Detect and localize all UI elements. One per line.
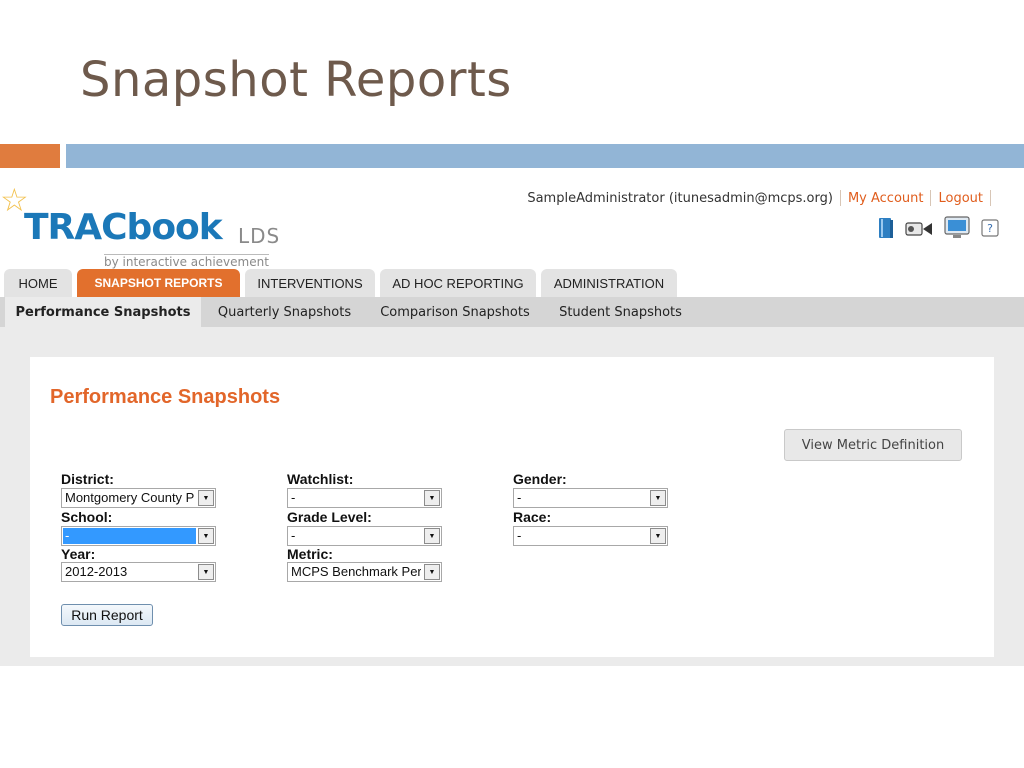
report-panel: Performance Snapshots View Metric Defini… [30, 357, 994, 657]
book-icon[interactable] [876, 216, 896, 240]
logout-link[interactable]: Logout [938, 191, 983, 206]
subtab-quarterly-snapshots[interactable]: Quarterly Snapshots [207, 297, 362, 327]
gender-value: - [517, 491, 522, 505]
divider [990, 190, 991, 206]
my-account-link[interactable]: My Account [848, 191, 924, 206]
toolbar-icons: ? [876, 216, 1006, 242]
year-label: Year: [61, 546, 96, 562]
district-value: Montgomery County Public [65, 491, 195, 505]
divider [839, 190, 841, 206]
panel-title: Performance Snapshots [50, 386, 281, 408]
grade-level-label: Grade Level: [287, 509, 372, 525]
gender-label: Gender: [513, 471, 567, 487]
chevron-down-icon: ▼ [650, 528, 666, 544]
subtab-performance-snapshots[interactable]: Performance Snapshots [5, 297, 201, 327]
subtab-student-snapshots[interactable]: Student Snapshots [548, 297, 693, 327]
user-bar: SampleAdministrator (itunesadmin@mcps.or… [527, 190, 998, 206]
year-select[interactable]: 2012-2013 ▼ [61, 562, 216, 582]
tab-ad-hoc-reporting[interactable]: AD HOC REPORTING [380, 269, 536, 297]
grade-level-select[interactable]: - ▼ [287, 526, 442, 546]
view-metric-definition-button[interactable]: View Metric Definition [784, 429, 962, 461]
app-screenshot: ☆ TRACbook LDS by interactive achievemen… [0, 180, 1024, 666]
watchlist-select[interactable]: - ▼ [287, 488, 442, 508]
decorative-band-blue [66, 144, 1024, 168]
subtab-comparison-snapshots[interactable]: Comparison Snapshots [370, 297, 540, 327]
run-report-button[interactable]: Run Report [61, 604, 153, 626]
user-identity: SampleAdministrator (itunesadmin@mcps.or… [527, 190, 833, 206]
svg-text:?: ? [987, 222, 993, 235]
school-select[interactable]: - ▼ [61, 526, 216, 546]
race-select[interactable]: - ▼ [513, 526, 668, 546]
video-icon[interactable] [904, 216, 934, 240]
school-label: School: [61, 509, 113, 525]
race-label: Race: [513, 509, 552, 525]
race-value: - [517, 529, 522, 543]
tab-administration[interactable]: ADMINISTRATION [541, 269, 677, 297]
monitor-icon[interactable] [944, 216, 970, 240]
school-value: - [63, 528, 196, 544]
chevron-down-icon: ▼ [198, 490, 214, 506]
logo-tagline: by interactive achievement [104, 254, 269, 269]
tab-snapshot-reports[interactable]: SNAPSHOT REPORTS [77, 269, 240, 297]
tab-interventions[interactable]: INTERVENTIONS [245, 269, 375, 297]
metric-value: MCPS Benchmark Performance [291, 565, 421, 579]
watchlist-label: Watchlist: [287, 471, 354, 487]
divider [930, 190, 932, 206]
help-icon[interactable]: ? [980, 216, 1000, 240]
app-header: ☆ TRACbook LDS by interactive achievemen… [0, 180, 1024, 270]
gender-select[interactable]: - ▼ [513, 488, 668, 508]
decorative-band-orange [0, 144, 60, 168]
metric-label: Metric: [287, 546, 333, 562]
chevron-down-icon: ▼ [198, 564, 214, 580]
chevron-down-icon: ▼ [424, 528, 440, 544]
metric-select[interactable]: MCPS Benchmark Performance ▼ [287, 562, 442, 582]
chevron-down-icon: ▼ [650, 490, 666, 506]
main-nav-tabs: HOME SNAPSHOT REPORTS INTERVENTIONS AD H… [0, 269, 1024, 297]
year-value: 2012-2013 [65, 565, 128, 579]
district-select[interactable]: Montgomery County Public ▼ [61, 488, 216, 508]
logo-wordmark: TRACbook [24, 207, 223, 248]
chevron-down-icon: ▼ [424, 490, 440, 506]
watchlist-value: - [291, 491, 296, 505]
tab-home[interactable]: HOME [4, 269, 72, 297]
chevron-down-icon: ▼ [198, 528, 214, 544]
grade-level-value: - [291, 529, 296, 543]
district-label: District: [61, 471, 114, 487]
logo-suffix: LDS [238, 224, 281, 248]
sub-nav-tabs: Performance Snapshots Quarterly Snapshot… [0, 297, 1024, 327]
chevron-down-icon: ▼ [424, 564, 440, 580]
slide-title: Snapshot Reports [80, 52, 512, 108]
